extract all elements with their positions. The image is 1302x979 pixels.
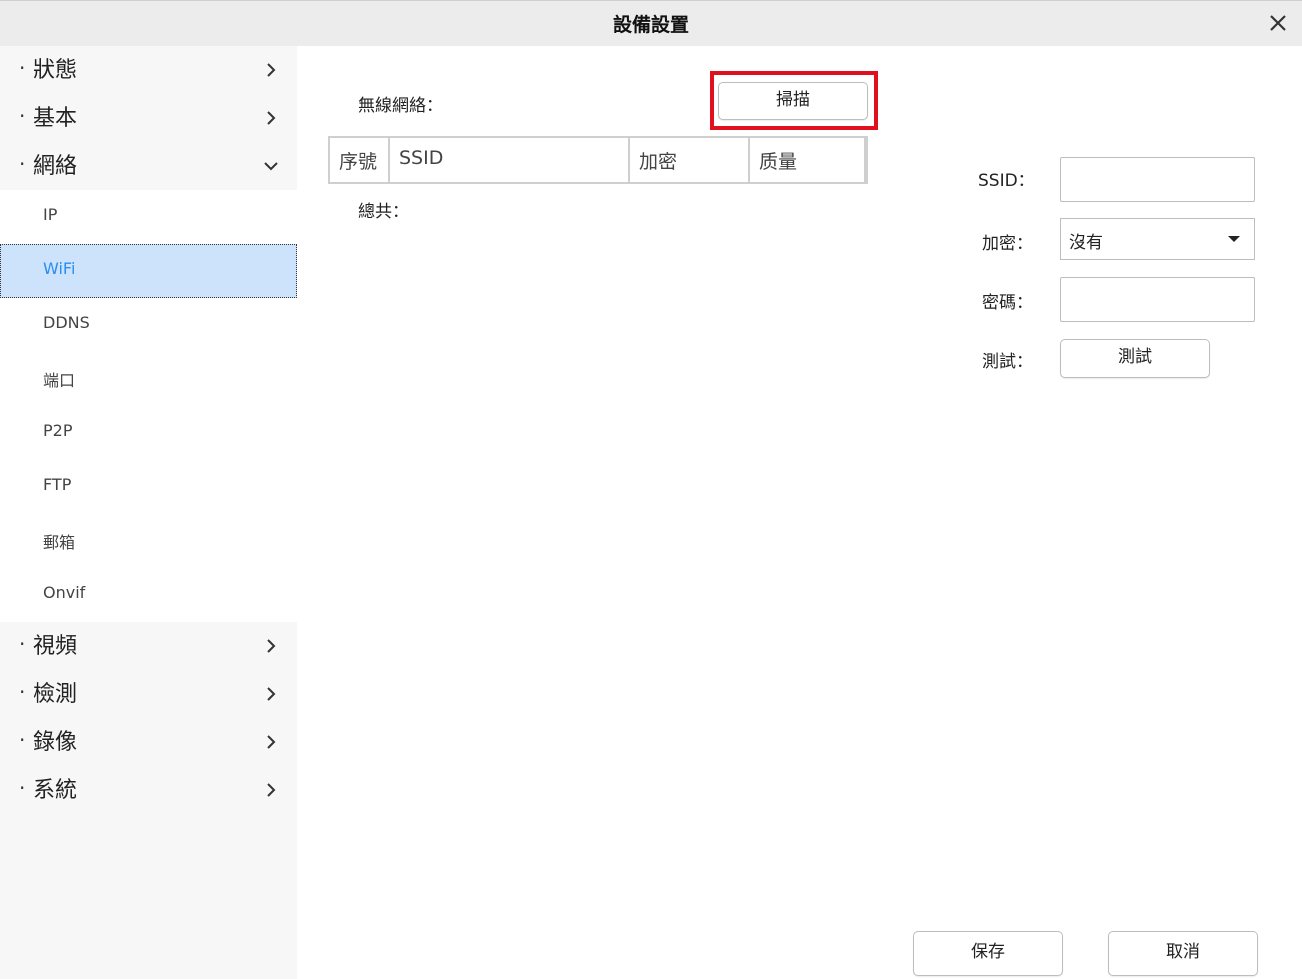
sidebar-item-basic[interactable]: · 基本 <box>0 94 297 142</box>
encryption-label: 加密： <box>982 234 1033 254</box>
sidebar-item-label: 檢測 <box>33 682 78 707</box>
caret-down-icon <box>1228 236 1240 242</box>
column-header-encryption[interactable]: 加密 <box>630 138 750 182</box>
sidebar-item-detection[interactable]: · 檢測 <box>0 670 297 718</box>
sidebar-item-video[interactable]: · 視頻 <box>0 622 297 670</box>
sidebar-item-system[interactable]: · 系統 <box>0 766 297 814</box>
sidebar-subitem-label: 郵箱 <box>43 533 76 552</box>
wireless-network-label: 無線網絡： <box>358 96 443 116</box>
sidebar-subitem-email[interactable]: 郵箱 <box>0 514 297 568</box>
ssid-label: SSID： <box>978 171 1035 191</box>
chevron-down-icon <box>264 162 278 171</box>
sidebar-item-status[interactable]: · 狀態 <box>0 46 297 94</box>
sidebar-subitem-ddns[interactable]: DDNS <box>0 298 297 352</box>
column-header-quality[interactable]: 质量 <box>750 138 866 182</box>
sidebar-item-recording[interactable]: · 錄像 <box>0 718 297 766</box>
column-header-index[interactable]: 序號 <box>330 138 390 182</box>
chevron-right-icon <box>267 687 276 701</box>
sidebar-subitem-label: IP <box>43 205 58 224</box>
save-button[interactable]: 保存 <box>913 931 1063 976</box>
sidebar-item-label: 網絡 <box>33 154 78 179</box>
sidebar-subitem-port[interactable]: 端口 <box>0 352 297 406</box>
sidebar-item-label: 系統 <box>33 778 78 803</box>
chevron-right-icon <box>267 735 276 749</box>
bullet: · <box>19 728 26 752</box>
sidebar-item-label: 錄像 <box>33 730 78 755</box>
test-label: 測試： <box>982 352 1033 372</box>
password-label: 密碼： <box>982 293 1033 313</box>
window-title: 設備設置 <box>612 14 689 36</box>
encryption-selected-value: 沒有 <box>1069 233 1103 253</box>
sidebar-item-label: 狀態 <box>33 58 78 83</box>
sidebar: · 狀態 · 基本 · 網絡 IP WiFi DDNS 端口 P2P FTP 郵… <box>0 46 298 979</box>
sidebar-item-network[interactable]: · 網絡 <box>0 142 297 190</box>
chevron-right-icon <box>267 783 276 797</box>
bullet: · <box>19 104 26 128</box>
sidebar-subitem-p2p[interactable]: P2P <box>0 406 297 460</box>
ssid-input[interactable] <box>1060 157 1255 202</box>
bullet: · <box>19 152 26 176</box>
cancel-button[interactable]: 取消 <box>1108 931 1258 976</box>
column-header-ssid[interactable]: SSID <box>390 138 630 182</box>
sidebar-subitem-wifi[interactable]: WiFi <box>0 244 297 298</box>
sidebar-subitem-label: P2P <box>43 421 73 440</box>
password-input[interactable] <box>1060 277 1255 322</box>
sidebar-subitem-ip[interactable]: IP <box>0 190 297 244</box>
sidebar-subitem-label: Onvif <box>43 583 86 602</box>
bullet: · <box>19 632 26 656</box>
close-icon[interactable] <box>1266 11 1290 35</box>
bullet: · <box>19 680 26 704</box>
sidebar-subitem-label: 端口 <box>43 371 76 390</box>
chevron-right-icon <box>267 639 276 653</box>
bullet: · <box>19 776 26 800</box>
sidebar-subitem-ftp[interactable]: FTP <box>0 460 297 514</box>
total-label: 總共： <box>358 202 409 222</box>
sidebar-subitem-label: WiFi <box>43 259 76 278</box>
sidebar-subitem-label: FTP <box>43 475 72 494</box>
network-submenu: IP WiFi DDNS 端口 P2P FTP 郵箱 Onvif <box>0 190 298 622</box>
test-button[interactable]: 測試 <box>1060 339 1210 378</box>
sidebar-item-label: 基本 <box>33 106 78 131</box>
encryption-select[interactable]: 沒有 <box>1060 218 1255 260</box>
scan-button[interactable]: 掃描 <box>718 82 868 120</box>
wifi-scan-table: 序號 SSID 加密 质量 <box>328 136 868 184</box>
chevron-right-icon <box>267 111 276 125</box>
bullet: · <box>19 56 26 80</box>
title-bar: 設備設置 <box>0 0 1302 46</box>
chevron-right-icon <box>267 63 276 77</box>
sidebar-item-label: 視頻 <box>33 634 78 659</box>
sidebar-subitem-label: DDNS <box>43 313 90 332</box>
sidebar-subitem-onvif[interactable]: Onvif <box>0 568 297 622</box>
